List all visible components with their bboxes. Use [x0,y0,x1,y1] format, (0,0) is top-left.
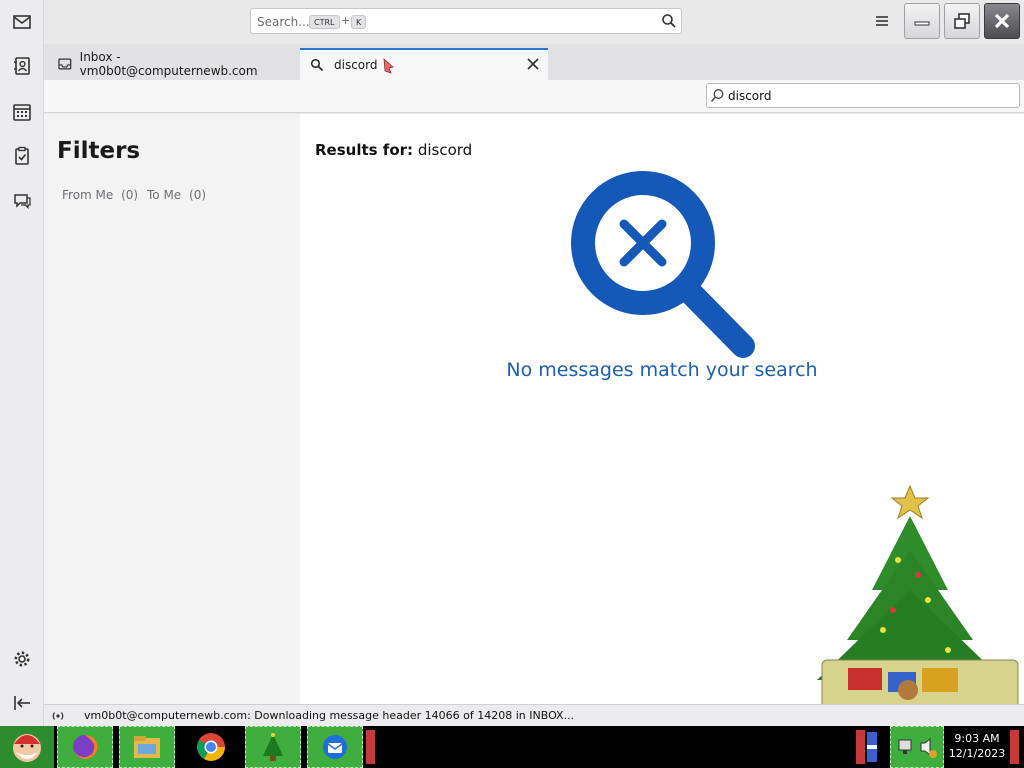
gear-icon [14,651,30,667]
clock-time: 9:03 AM [954,732,1000,745]
facet-to-me-label: To Me [147,188,182,202]
taskbar-edge-strip [366,730,375,764]
results-for-label: Results for: [315,141,414,159]
close-icon [994,13,1010,29]
mail-icon [58,58,72,70]
taskbar-thunderbird[interactable] [307,726,363,768]
global-search-input[interactable]: Search... CTRL + K [250,8,682,34]
spaces-toolbar [0,0,44,726]
close-tab-icon[interactable] [526,57,540,71]
mouse-cursor-icon [383,58,394,74]
taskbar-chrome[interactable] [183,726,239,768]
tray-strip-left [856,730,865,764]
taskbar-xmas-tree[interactable] [245,726,301,768]
filters-title: Filters [57,138,141,164]
status-text: vm0b0t@computernewb.com: Downloading mes… [84,709,575,722]
shortcut-k-key: K [351,15,367,29]
shortcut-plus: + [341,14,351,27]
close-window-button[interactable] [984,3,1020,39]
flag-icon [867,732,877,762]
taskbar-firefox[interactable] [57,726,113,768]
tasks-button[interactable] [8,142,36,170]
results-term: discord [417,141,473,159]
collapse-left-icon [14,696,30,710]
minimize-icon [914,21,930,26]
restore-button[interactable] [944,3,980,39]
quick-filter-value: discord [728,89,772,103]
filters-panel: Filters From Me (0) To Me (0) [44,114,300,704]
mail-icon [13,15,31,29]
shortcut-ctrl-key: CTRL [309,15,340,29]
system-tray[interactable] [890,726,944,768]
empty-results-message: No messages match your search [506,359,818,381]
calendar-icon [13,104,31,121]
online-status-icon[interactable] [50,709,66,723]
christmas-tree-icon [263,733,283,761]
global-search-placeholder: Search... [257,15,310,29]
tab-inbox-label: Inbox - vm0b0t@computernewb.com [79,50,258,78]
tray-flag [866,726,878,768]
file-explorer-icon [134,736,160,758]
results-heading: Results for: discord [315,141,472,159]
tab-bar: Inbox - vm0b0t@computernewb.com discord [44,44,1024,80]
chat-button[interactable] [8,187,36,215]
address-book-button[interactable] [8,52,36,80]
quick-filter-bar: discord [44,80,1024,113]
title-bar: Search... CTRL + K [44,0,1024,44]
facet-from-me[interactable]: From Me (0) [62,188,138,202]
start-button[interactable] [0,726,54,768]
mail-space-button[interactable] [8,8,36,36]
search-icon [662,14,676,28]
chrome-icon [197,733,225,761]
tab-search-results[interactable]: discord [300,48,548,80]
status-bar: vm0b0t@computernewb.com: Downloading mes… [44,704,1024,726]
show-desktop-strip[interactable] [1010,730,1019,764]
tab-search-label: discord [334,58,378,72]
tasks-icon [15,146,29,165]
chat-icon [14,194,31,210]
facet-to-me[interactable]: To Me (0) [147,188,206,202]
taskbar-clock[interactable]: 9:03 AM 12/1/2023 [946,731,1008,761]
address-book-icon [14,57,30,75]
thunderbird-window: Search... CTRL + K Inbox - vm0b0t@comput… [0,0,1024,768]
clock-date: 12/1/2023 [948,747,1006,760]
quick-filter-input[interactable]: discord [706,83,1020,108]
taskbar: 9:03 AM 12/1/2023 [0,726,1024,768]
no-results-search-icon [571,171,755,358]
minimize-button[interactable] [904,3,940,39]
tab-inbox[interactable]: Inbox - vm0b0t@computernewb.com [44,48,297,80]
facet-from-me-count: (0) [121,188,139,202]
search-icon [310,58,324,72]
restore-icon [954,13,970,29]
search-icon [710,89,724,102]
facet-from-me-label: From Me [62,188,114,202]
network-volume-icon [898,737,937,758]
calendar-button[interactable] [8,98,36,126]
facet-to-me-count: (0) [189,188,207,202]
app-menu-button[interactable] [872,12,892,30]
collapse-spaces-button[interactable] [8,689,36,717]
thunderbird-icon [323,735,347,759]
settings-button[interactable] [8,645,36,673]
taskbar-file-explorer[interactable] [119,726,175,768]
santa-start-icon [13,734,41,762]
firefox-icon [73,734,98,759]
christmas-tree-widget [817,484,1019,719]
